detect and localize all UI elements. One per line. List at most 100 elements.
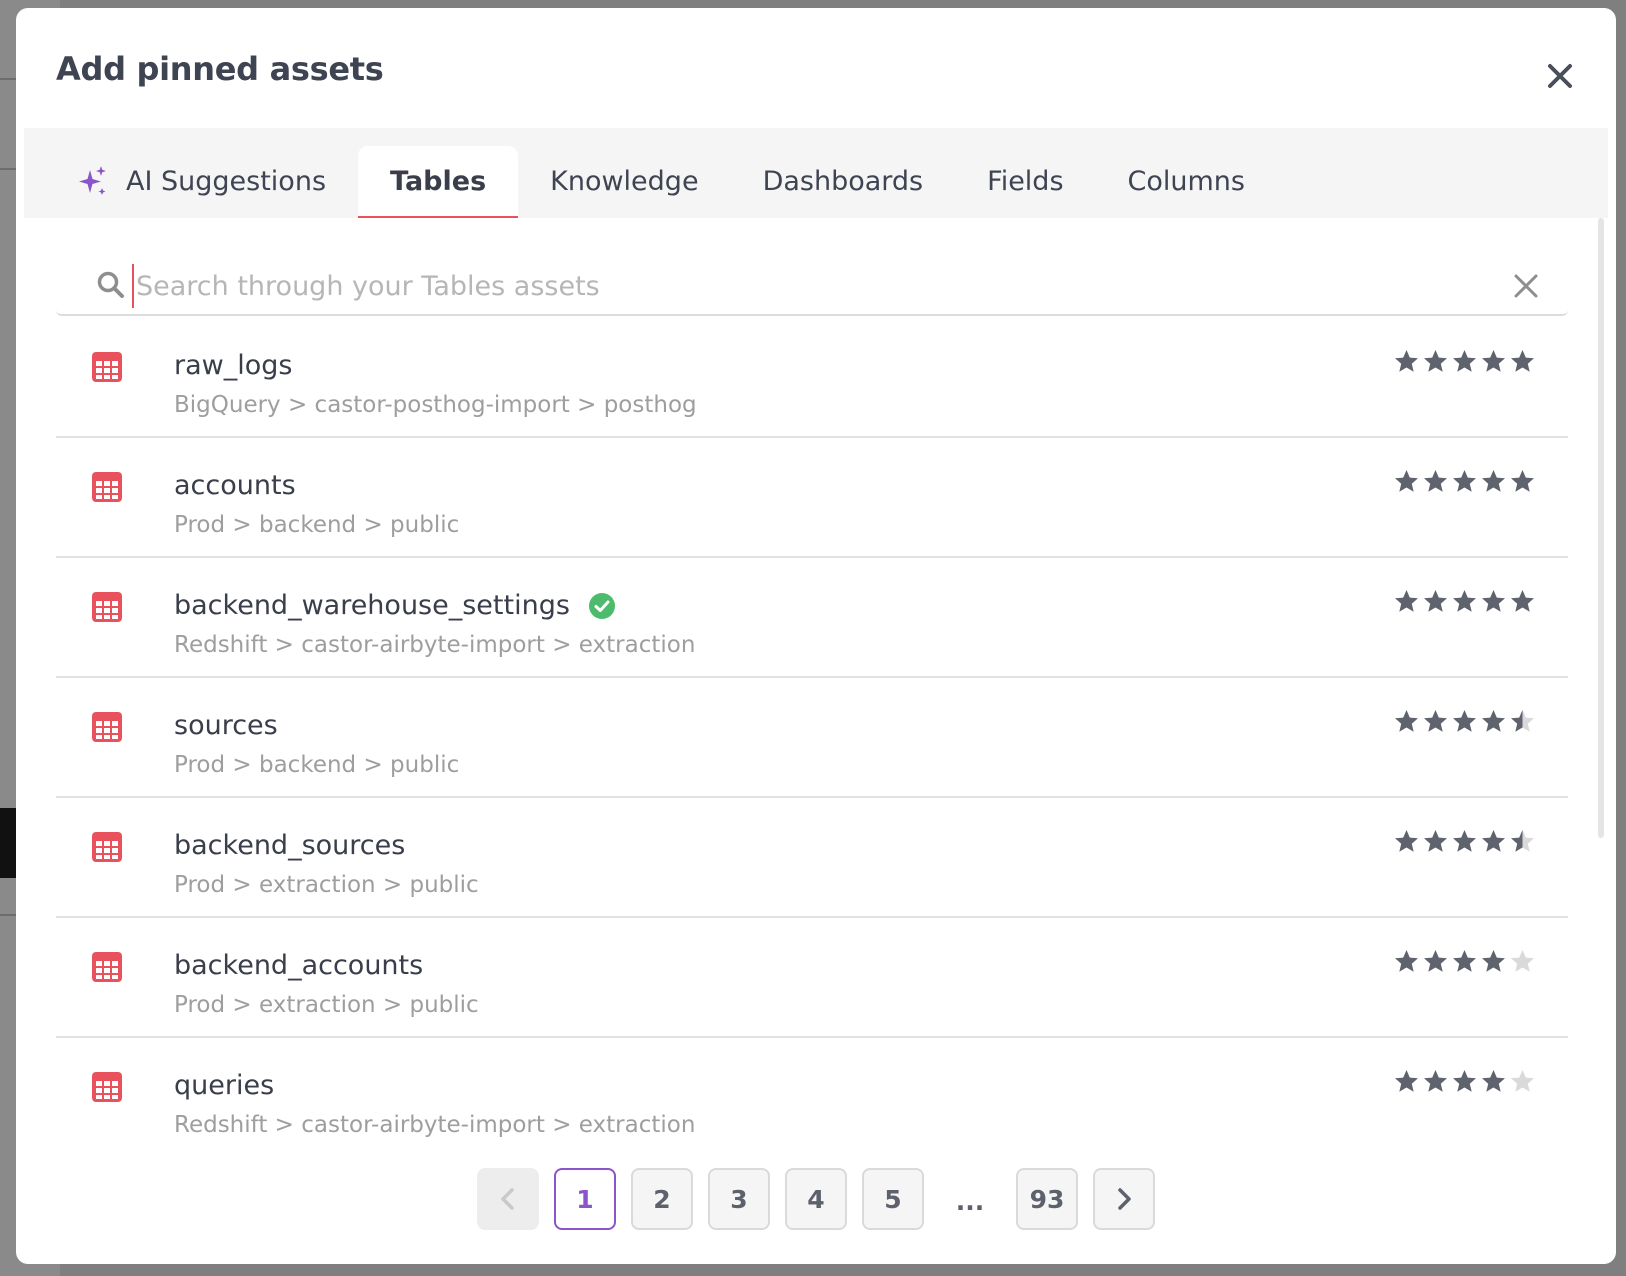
star-filled-icon — [1422, 588, 1449, 615]
pagination-ellipsis: ... — [955, 1187, 985, 1216]
table-row[interactable]: sources Prod > backend > public — [56, 678, 1568, 798]
tab-label: AI Suggestions — [126, 165, 327, 197]
popularity-rating — [1393, 1068, 1536, 1095]
asset-name: sources — [174, 710, 278, 741]
star-filled-icon — [1393, 948, 1420, 975]
scrollbar[interactable] — [1598, 218, 1604, 838]
star-filled-icon — [1422, 468, 1449, 495]
star-filled-icon — [1480, 948, 1507, 975]
tab-tables[interactable]: Tables — [358, 146, 519, 218]
asset-name-wrapper: queries — [174, 1070, 274, 1101]
star-filled-icon — [1422, 708, 1449, 735]
asset-name: raw_logs — [174, 350, 293, 381]
asset-name: backend_accounts — [174, 950, 424, 981]
popularity-rating — [1393, 828, 1536, 855]
tab-label: Knowledge — [550, 165, 699, 197]
star-filled-icon — [1393, 1068, 1420, 1095]
star-filled-icon — [1480, 1068, 1507, 1095]
asset-path: BigQuery > castor-posthog-import > posth… — [174, 392, 697, 418]
tab-label: Dashboards — [762, 165, 924, 197]
star-filled-icon — [1393, 348, 1420, 375]
star-filled-icon — [1422, 1068, 1449, 1095]
tab-columns[interactable]: Columns — [1096, 146, 1277, 218]
asset-name-wrapper: backend_accounts — [174, 950, 423, 981]
star-filled-icon — [1509, 348, 1536, 375]
popularity-rating — [1393, 348, 1536, 375]
star-half-icon — [1509, 708, 1536, 735]
popularity-rating — [1393, 468, 1536, 495]
star-filled-icon — [1422, 348, 1449, 375]
table-row[interactable]: raw_logs BigQuery > castor-posthog-import… — [56, 318, 1568, 438]
search-input[interactable] — [132, 264, 1432, 308]
tab-label: Fields — [987, 165, 1064, 197]
table-row[interactable]: backend_accounts Prod > extraction > publ… — [56, 918, 1568, 1038]
asset-name-wrapper: sources — [174, 710, 278, 741]
asset-name: accounts — [174, 470, 296, 501]
star-filled-icon — [1422, 828, 1449, 855]
asset-name-wrapper: backend_sources — [174, 830, 405, 861]
asset-name-wrapper: raw_logs — [174, 350, 292, 381]
star-filled-icon — [1451, 828, 1478, 855]
star-filled-icon — [1451, 708, 1478, 735]
tab-dashboards[interactable]: Dashboards — [731, 146, 956, 218]
page-button-4[interactable]: 4 — [785, 1168, 847, 1230]
star-filled-icon — [1451, 468, 1478, 495]
table-icon — [90, 350, 124, 384]
tab-knowledge[interactable]: Knowledge — [518, 146, 730, 218]
star-filled-icon — [1451, 348, 1478, 375]
popularity-rating — [1393, 708, 1536, 735]
star-filled-icon — [1480, 468, 1507, 495]
star-filled-icon — [1393, 828, 1420, 855]
star-empty-icon — [1509, 1068, 1536, 1095]
asset-path: Prod > backend > public — [174, 512, 460, 538]
star-filled-icon — [1480, 348, 1507, 375]
verified-check-icon — [588, 592, 616, 620]
asset-path: Redshift > castor-airbyte-import > extra… — [174, 1112, 696, 1138]
table-row[interactable]: backend_sources Prod > extraction > publi… — [56, 798, 1568, 918]
prev-page-button[interactable] — [477, 1168, 539, 1230]
asset-name-wrapper: accounts — [174, 470, 296, 501]
pagination: 1 2 3 4 5... 93 — [16, 1168, 1616, 1230]
star-half-icon — [1509, 828, 1536, 855]
star-filled-icon — [1480, 588, 1507, 615]
star-filled-icon — [1480, 708, 1507, 735]
table-icon — [90, 830, 124, 864]
close-modal-button[interactable] — [1542, 58, 1578, 94]
tab-label: Columns — [1127, 165, 1245, 197]
table-row[interactable]: backend_warehouse_settings Redshift > cas… — [56, 558, 1568, 678]
table-icon — [90, 470, 124, 504]
page-button-3[interactable]: 3 — [708, 1168, 770, 1230]
clear-search-icon[interactable] — [1512, 272, 1540, 300]
page-button-1[interactable]: 1 — [554, 1168, 616, 1230]
next-page-button[interactable] — [1093, 1168, 1155, 1230]
page-button-2[interactable]: 2 — [631, 1168, 693, 1230]
table-icon — [90, 1070, 124, 1104]
asset-name: backend_sources — [174, 830, 406, 861]
asset-name: queries — [174, 1070, 275, 1101]
close-icon — [1548, 64, 1572, 88]
tab-fields[interactable]: Fields — [955, 146, 1095, 218]
chevron-left-icon — [501, 1188, 514, 1210]
page-button-last[interactable]: 93 — [1016, 1168, 1078, 1230]
star-filled-icon — [1509, 468, 1536, 495]
search-bar — [56, 260, 1568, 316]
star-empty-icon — [1509, 948, 1536, 975]
star-filled-icon — [1451, 1068, 1478, 1095]
asset-path: Prod > backend > public — [174, 752, 460, 778]
asset-path: Redshift > castor-airbyte-import > extra… — [174, 632, 696, 658]
asset-name-wrapper: backend_warehouse_settings — [174, 590, 616, 621]
star-filled-icon — [1509, 588, 1536, 615]
search-icon — [97, 271, 124, 298]
star-filled-icon — [1393, 468, 1420, 495]
asset-list: raw_logs BigQuery > castor-posthog-import… — [56, 318, 1568, 1158]
asset-path: Prod > extraction > public — [174, 992, 479, 1018]
chevron-right-icon — [1118, 1188, 1131, 1210]
star-filled-icon — [1451, 948, 1478, 975]
tab-content: raw_logs BigQuery > castor-posthog-import… — [16, 218, 1616, 1264]
table-icon — [90, 710, 124, 744]
tab-ai-suggestions[interactable]: AI Suggestions — [44, 146, 358, 218]
table-row[interactable]: queries Redshift > castor-airbyte-import … — [56, 1038, 1568, 1158]
page-button-5[interactable]: 5 — [862, 1168, 924, 1230]
table-row[interactable]: accounts Prod > backend > public — [56, 438, 1568, 558]
asset-path: Prod > extraction > public — [174, 872, 479, 898]
